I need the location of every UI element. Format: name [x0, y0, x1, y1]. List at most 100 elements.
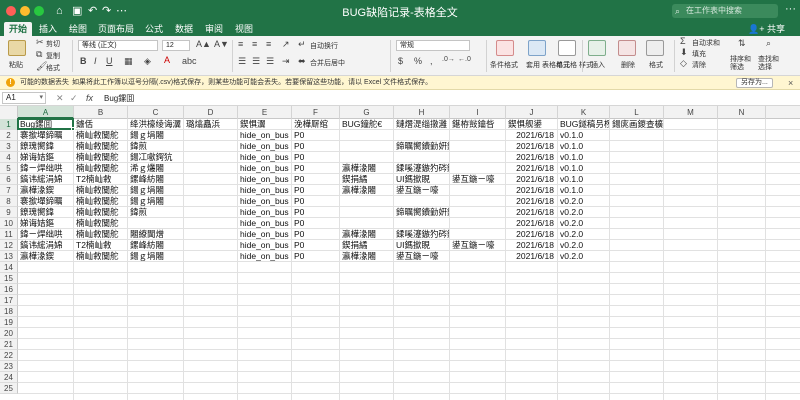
- clear-label[interactable]: 清除: [692, 60, 706, 70]
- comma-icon[interactable]: ,: [430, 56, 433, 66]
- cell-i1[interactable]: 鍖栫敱鑰呰: [450, 119, 505, 130]
- cell-a11[interactable]: 鍏ㄧ焊绌哄: [18, 229, 73, 240]
- cell-g1[interactable]: BUG鐘舵€: [340, 119, 393, 130]
- cell-j3[interactable]: 2021/6/18: [506, 141, 557, 152]
- row-header-14[interactable]: 14: [0, 262, 18, 273]
- copy-label[interactable]: 复制: [46, 51, 60, 61]
- cell-c7[interactable]: 鍚ｇ埍闂: [128, 185, 183, 196]
- cell-f6[interactable]: P0: [292, 174, 339, 185]
- cell-a10[interactable]: 娣诲姞鏂: [18, 218, 73, 229]
- align-bottom-icon[interactable]: ≡: [266, 39, 271, 49]
- delete-label[interactable]: 删除: [621, 60, 635, 70]
- indent-icon[interactable]: ⇥: [282, 56, 290, 67]
- row-header-19[interactable]: 19: [0, 317, 18, 328]
- column-header-j[interactable]: J: [506, 106, 558, 119]
- find-select-icon[interactable]: ⌕: [766, 38, 771, 49]
- column-header-e[interactable]: E: [238, 106, 292, 119]
- cell-c5[interactable]: 浠ｇ爜闂: [128, 163, 183, 174]
- cell-e8[interactable]: hide_on_bus: [238, 196, 291, 207]
- cell-f12[interactable]: P0: [292, 240, 339, 251]
- cell-a8[interactable]: 褰撳墠鍗曞: [18, 196, 73, 207]
- column-header-k[interactable]: K: [558, 106, 610, 119]
- bold-icon[interactable]: B: [80, 56, 87, 66]
- cell-b12[interactable]: T2楠屾敹: [74, 240, 127, 251]
- column-header-g[interactable]: G: [340, 106, 394, 119]
- cell-e3[interactable]: hide_on_bus: [238, 141, 291, 152]
- row-header-18[interactable]: 18: [0, 306, 18, 317]
- cell-e7[interactable]: hide_on_bus: [238, 185, 291, 196]
- cell-c6[interactable]: 鏍峰紡闂: [128, 174, 183, 185]
- save-as-button[interactable]: 另存为...: [736, 78, 773, 88]
- tab-data[interactable]: 数据: [172, 22, 196, 36]
- cell-a6[interactable]: 鎬讳綋涓婂: [18, 174, 73, 185]
- cut-icon[interactable]: ✂: [36, 37, 44, 48]
- font-size-select[interactable]: 12: [162, 40, 190, 51]
- cell-f5[interactable]: P0: [292, 163, 339, 174]
- cell-j11[interactable]: 2021/6/18: [506, 229, 557, 240]
- insert-cells-icon[interactable]: [588, 40, 606, 56]
- cell-f2[interactable]: P0: [292, 130, 339, 141]
- cell-e6[interactable]: hide_on_bus: [238, 174, 291, 185]
- cell-h6[interactable]: UI鎷撳睍: [394, 174, 449, 185]
- clear-icon[interactable]: ◇: [680, 58, 687, 69]
- increase-font-icon[interactable]: A▲: [196, 39, 211, 49]
- cell-g13[interactable]: 瀛樺湪闂: [340, 251, 393, 262]
- cell-a5[interactable]: 鍏ㄧ焊绌哄: [18, 163, 73, 174]
- cell-k8[interactable]: v0.2.0: [558, 196, 609, 207]
- cell-e12[interactable]: hide_on_bus: [238, 240, 291, 251]
- row-header-16[interactable]: 16: [0, 284, 18, 295]
- increase-decimal-icon[interactable]: .0→: [442, 56, 455, 63]
- name-box[interactable]: A1 ▾: [2, 92, 46, 104]
- search-input[interactable]: ⌕ 在工作表中搜索: [672, 4, 778, 18]
- cell-style-icon[interactable]: [558, 40, 576, 56]
- worksheet-grid[interactable]: A B C D E F G H I J K L M N 1 Bug鏍囬 鐪佸 绛洪檺绫诲瀷 璐熻矗浜 鍥惧瀷 浼樺厛绾 B…: [0, 106, 800, 400]
- column-header-l[interactable]: L: [610, 106, 664, 119]
- align-middle-icon[interactable]: ≡: [252, 39, 257, 49]
- enter-icon[interactable]: ✓: [70, 93, 78, 104]
- cell-c13[interactable]: 鍚ｇ埍闂: [128, 251, 183, 262]
- sort-filter-label[interactable]: 排序和 筛选: [730, 56, 751, 72]
- cell-c12[interactable]: 鏍峰紡闂: [128, 240, 183, 251]
- cell-c8[interactable]: 鍚ｇ埍闂: [128, 196, 183, 207]
- row-header-25[interactable]: 25: [0, 383, 18, 394]
- cell-a7[interactable]: 瀛樺湪鍥: [18, 185, 73, 196]
- cell-j9[interactable]: 2021/6/18: [506, 207, 557, 218]
- paste-icon[interactable]: [8, 40, 26, 56]
- font-color-icon[interactable]: A: [164, 55, 170, 65]
- select-all-corner[interactable]: [0, 106, 18, 119]
- find-select-label[interactable]: 查找和 选择: [758, 56, 779, 72]
- tab-insert[interactable]: 插入: [36, 22, 60, 36]
- formula-input[interactable]: Bug鏍囬: [104, 93, 134, 104]
- merge-icon[interactable]: ⬌: [298, 56, 306, 67]
- cell-k5[interactable]: v0.1.0: [558, 163, 609, 174]
- cell-c4[interactable]: 鍚冮噷鍔犺: [128, 152, 183, 163]
- format-cells-icon[interactable]: [646, 40, 664, 56]
- cell-j2[interactable]: 2021/6/18: [506, 130, 557, 141]
- more-icon[interactable]: ···: [785, 3, 796, 15]
- fill-label[interactable]: 填充: [692, 49, 706, 59]
- cell-f11[interactable]: P0: [292, 229, 339, 240]
- cell-h1[interactable]: 鏈熸湜缁撴灉: [394, 119, 449, 130]
- format-label[interactable]: 格式: [649, 60, 663, 70]
- cell-e11[interactable]: hide_on_bus: [238, 229, 291, 240]
- cell-e13[interactable]: hide_on_bus: [238, 251, 291, 262]
- row-header-24[interactable]: 24: [0, 372, 18, 383]
- cell-c1[interactable]: 绛洪檺绫诲瀷: [128, 119, 183, 130]
- cell-b3[interactable]: 楠屾敹闃舵: [74, 141, 127, 152]
- row-header-6[interactable]: 6: [0, 174, 18, 185]
- cell-b4[interactable]: 楠屾敹闃舵: [74, 152, 127, 163]
- cell-e1[interactable]: 鍥惧瀷: [238, 119, 291, 130]
- font-name-select[interactable]: 等线 (正文): [78, 40, 158, 51]
- column-header-i[interactable]: I: [450, 106, 506, 119]
- cell-h5[interactable]: 鍒嗘瀽鏃犳硶鍛ㄧ敤: [394, 163, 449, 174]
- cell-j4[interactable]: 2021/6/18: [506, 152, 557, 163]
- cell-c9[interactable]: 鍏煎: [128, 207, 183, 218]
- cell-j6[interactable]: 2021/6/18: [506, 174, 557, 185]
- border-icon[interactable]: ▦: [124, 56, 133, 67]
- cell-k11[interactable]: v0.2.0: [558, 229, 609, 240]
- column-header-c[interactable]: C: [128, 106, 184, 119]
- row-header-5[interactable]: 5: [0, 163, 18, 174]
- row-header-15[interactable]: 15: [0, 273, 18, 284]
- cell-b2[interactable]: 楠屾敹闃舵: [74, 130, 127, 141]
- cell-g7[interactable]: 瀛樺湪闂: [340, 185, 393, 196]
